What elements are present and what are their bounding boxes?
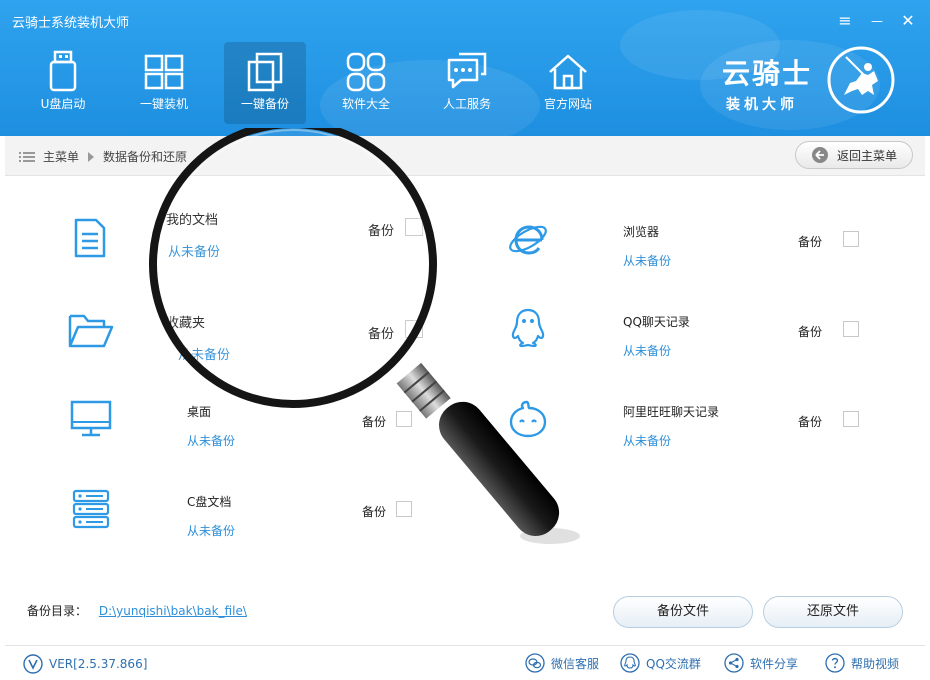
backup-checkbox[interactable] <box>843 411 859 427</box>
item-name: QQ聊天记录 <box>623 315 690 329</box>
qq-small-icon <box>620 653 640 673</box>
footer-link-label: 微信客服 <box>551 656 600 671</box>
backup-checkbox[interactable] <box>843 231 859 247</box>
nav-one-key-backup[interactable]: 一键备份 <box>224 42 306 124</box>
backup-checkbox[interactable] <box>396 501 412 517</box>
footer-link-label: 软件分享 <box>750 656 799 671</box>
backup-label: 备份 <box>798 415 823 429</box>
wangwang-icon <box>509 400 547 438</box>
wechat-service-link[interactable]: 微信客服 <box>525 653 599 673</box>
brand-line2: 装机大师 <box>726 97 798 113</box>
windows-icon <box>144 54 184 90</box>
brand-line1: 云骑士 <box>722 57 813 90</box>
backup-icon <box>247 52 283 92</box>
item-status: 从未备份 <box>168 245 221 260</box>
back-button-label: 返回主菜单 <box>836 148 897 163</box>
apps-icon <box>346 52 386 92</box>
wechat-icon <box>525 653 545 673</box>
item-name: 浏览器 <box>623 225 660 239</box>
knight-logo-icon <box>827 46 895 114</box>
nav-label: U盘启动 <box>40 97 86 111</box>
chat-icon <box>447 52 487 89</box>
backup-label: 备份 <box>362 505 387 519</box>
usb-icon <box>49 50 77 92</box>
item-name: C盘文档 <box>187 495 232 509</box>
breadcrumb-root[interactable]: 主菜单 <box>43 148 79 165</box>
item-name: 桌面 <box>187 405 212 419</box>
footer: VER[2.5.37.866] 微信客服 QQ交流群 软件分享 帮助视频 <box>5 645 925 677</box>
footer-link-label: 帮助视频 <box>851 656 900 671</box>
item-name: 收藏夹 <box>166 316 206 331</box>
footer-link-label: QQ交流群 <box>646 656 701 671</box>
item-status: 从未备份 <box>623 434 672 448</box>
backup-checkbox[interactable] <box>405 320 423 338</box>
nav-label: 一键备份 <box>240 97 289 111</box>
nav-software[interactable]: 软件大全 <box>325 42 407 124</box>
brand-text: 云骑士 装机大师 <box>722 52 812 114</box>
chevron-right-icon <box>88 151 95 162</box>
qq-icon <box>511 308 545 348</box>
version-info: VER[2.5.37.866] <box>23 654 147 674</box>
help-icon <box>825 653 845 673</box>
ie-icon <box>509 225 547 255</box>
backup-label: 备份 <box>798 235 823 249</box>
folder-icon <box>68 314 114 348</box>
app-title: 云骑士系统装机大师 <box>12 16 130 31</box>
item-status: 从未备份 <box>187 524 236 538</box>
back-to-main-button[interactable]: 返回主菜单 <box>795 141 913 169</box>
nav-usb-boot[interactable]: U盘启动 <box>22 42 104 124</box>
back-arrow-icon <box>811 147 828 163</box>
minimize-button[interactable]: — <box>866 10 888 32</box>
software-share-link[interactable]: 软件分享 <box>724 653 798 673</box>
document-icon <box>74 218 106 258</box>
nav-label: 软件大全 <box>341 97 390 111</box>
version-text: VER[2.5.37.866] <box>49 657 148 671</box>
item-status: 从未备份 <box>178 348 231 363</box>
qq-group-link[interactable]: QQ交流群 <box>620 653 701 673</box>
help-video-link[interactable]: 帮助视频 <box>825 653 899 673</box>
item-status: 从未备份 <box>623 344 672 358</box>
version-v-icon <box>23 654 43 674</box>
nav-one-key-install[interactable]: 一键装机 <box>123 42 205 124</box>
nav-label: 一键装机 <box>139 97 188 111</box>
backup-label: 备份 <box>368 327 395 342</box>
backup-label: 备份 <box>798 325 823 339</box>
nav-manual-service[interactable]: 人工服务 <box>426 42 508 124</box>
backup-label: 备份 <box>368 224 395 239</box>
share-icon <box>724 653 744 673</box>
backup-label: 备份 <box>362 415 387 429</box>
backup-checkbox[interactable] <box>396 411 412 427</box>
restore-files-button[interactable]: 还原文件 <box>763 596 903 628</box>
backup-checkbox[interactable] <box>405 218 423 236</box>
backup-dir-label: 备份目录： <box>27 604 88 618</box>
server-icon <box>72 489 110 529</box>
item-name: 阿里旺旺聊天记录 <box>623 405 720 419</box>
home-icon <box>549 54 587 90</box>
header: 云骑士系统装机大师 ≡ — ✕ U盘启动 一键装机 一键备份 软件大全 人工服务… <box>0 0 930 136</box>
nav-label: 官方网站 <box>543 97 592 111</box>
backup-dir-path-link[interactable]: D:\yunqishi\bak\bak_file\ <box>99 604 247 618</box>
backup-checkbox[interactable] <box>843 321 859 337</box>
item-status: 从未备份 <box>187 434 236 448</box>
breadcrumb-current: 数据备份和还原 <box>103 150 188 164</box>
backup-files-button[interactable]: 备份文件 <box>613 596 753 628</box>
item-name: 我的文档 <box>166 213 219 228</box>
monitor-icon <box>70 400 112 437</box>
breadcrumb: 主菜单 数据备份和还原 <box>19 148 187 165</box>
nav-label: 人工服务 <box>442 97 491 111</box>
item-status: 从未备份 <box>623 254 672 268</box>
menu-button[interactable]: ≡ <box>834 10 856 32</box>
main-nav: U盘启动 一键装机 一键备份 软件大全 人工服务 官方网站 <box>22 42 628 124</box>
breadcrumb-bar: 主菜单 数据备份和还原 返回主菜单 <box>5 136 925 176</box>
backup-directory: 备份目录： D:\yunqishi\bak\bak_file\ <box>27 602 247 619</box>
nav-official-site[interactable]: 官方网站 <box>527 42 609 124</box>
list-icon <box>19 151 35 162</box>
close-button[interactable]: ✕ <box>897 10 919 32</box>
